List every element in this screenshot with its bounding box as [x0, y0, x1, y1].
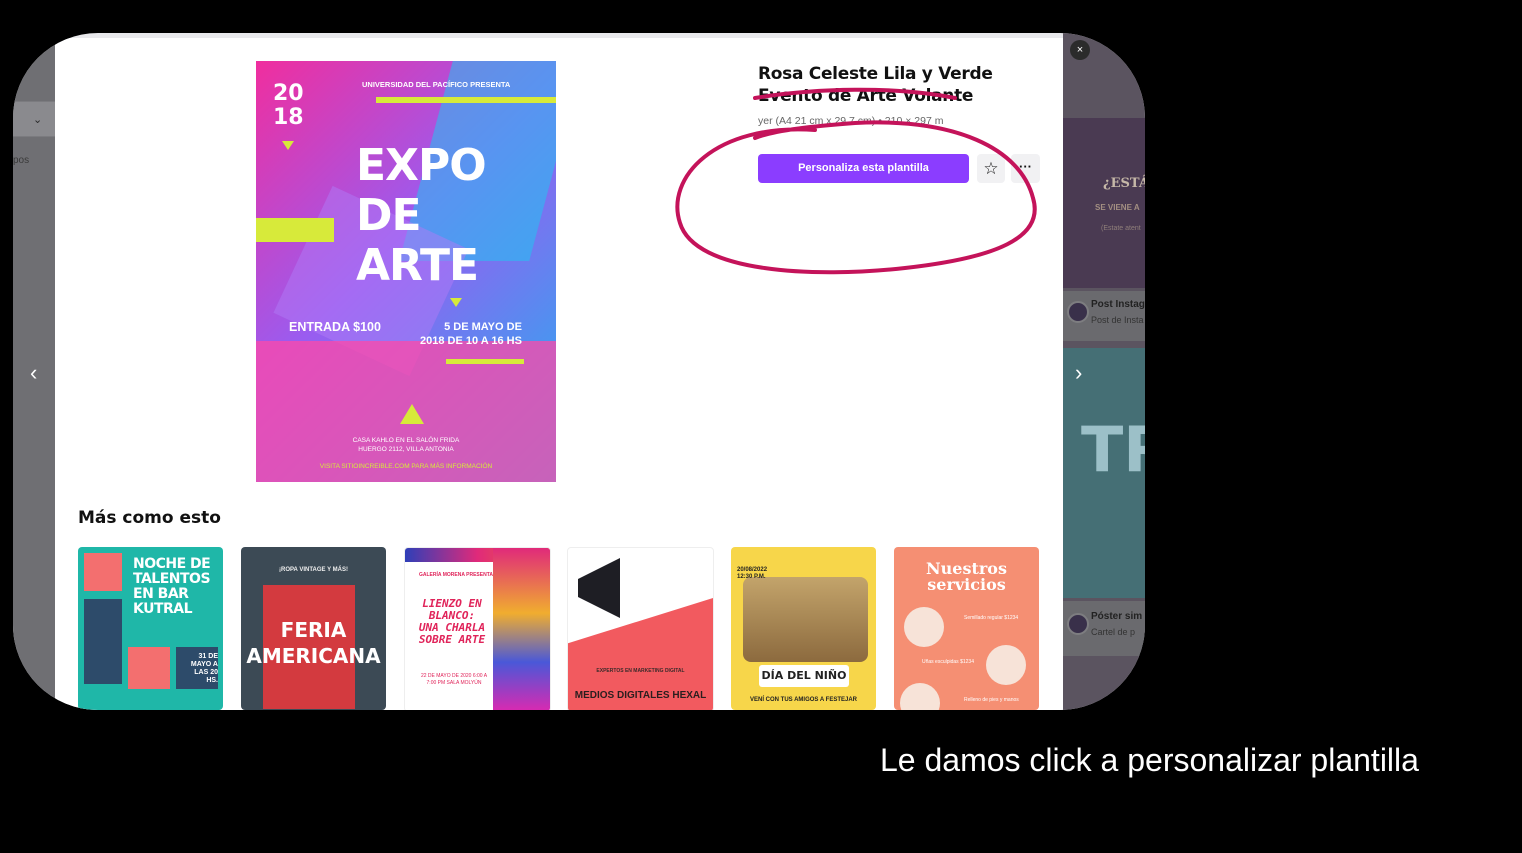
template-title: Rosa Celeste Lila y Verde Evento de Arte… [758, 64, 993, 106]
thumbnail-title: FERIA AMERICANA [246, 618, 381, 668]
hand-icon [900, 683, 940, 710]
hand-icon [986, 645, 1026, 685]
poster-year: 20 18 [273, 81, 304, 130]
megaphone-icon [578, 558, 620, 618]
annotation-ellipse [675, 120, 1037, 275]
thumbnail-title: MEDIOS DIGITALES HEXAL [574, 690, 707, 701]
poster-entry: ENTRADA $100 [289, 320, 381, 334]
poster-bar [446, 359, 524, 364]
chevron-down-icon: ⌄ [33, 114, 43, 126]
thumbnail-service: Semillado regular $1234 [964, 615, 1019, 621]
template-thumbnail[interactable]: GALERÍA MORENA PRESENTA LIENZO EN BLANCO… [404, 547, 551, 710]
template-modal: 20 18 UNIVERSIDAD DEL PACÍFICO PRESENTA … [55, 38, 1063, 710]
avatar [1067, 613, 1089, 635]
thumbnail-subtitle: ¡ROPA VINTAGE Y MÁS! [278, 567, 348, 573]
poster-title: EXPO DE ARTE [356, 140, 487, 291]
thumbnail-photo [743, 577, 868, 662]
template-thumbnail[interactable]: ¡ROPA VINTAGE Y MÁS! FERIA AMERICANA [241, 547, 386, 710]
star-icon[interactable]: ☆ [977, 154, 1005, 183]
thumbnail-subtitle: GALERÍA MORENA PRESENTA [419, 572, 493, 578]
hand-icon [904, 607, 944, 647]
close-button[interactable]: × [1070, 40, 1090, 60]
speaker-icon [84, 599, 122, 684]
thumbnail-title: DÍA DEL NIÑO [759, 665, 849, 687]
template-preview[interactable]: 20 18 UNIVERSIDAD DEL PACÍFICO PRESENTA … [256, 61, 556, 482]
template-thumbnail[interactable]: EXPERTOS EN MARKETING DIGITAL MEDIOS DIG… [567, 547, 714, 710]
thumbnail-service: Relleno de pies y manos [964, 697, 1019, 703]
thumbnail-subtitle: EXPERTOS EN MARKETING DIGITAL [596, 668, 685, 674]
thumbnail-service: Uñas esculpidas $1234 [922, 659, 974, 665]
background-card-subtitle: Post de Insta [1091, 315, 1144, 325]
more-like-this-heading: Más como esto [78, 508, 221, 528]
background-card-preview-sub: SE VIENE A [1095, 203, 1140, 212]
microphone-icon [84, 553, 122, 591]
background-filter-label: pos [13, 155, 30, 166]
poster-bar [376, 97, 556, 103]
template-thumbnail[interactable]: NOCHE DE TALENTOS EN BAR KUTRAL 31 DE MA… [78, 547, 223, 710]
background-card-title: Póster sim [1091, 611, 1143, 622]
poster-venue: CASA KAHLO EN EL SALÓN FRIDA HUERGO 2112… [352, 437, 460, 453]
more-options-icon[interactable]: ··· [1011, 154, 1040, 183]
background-card-preview-text: TR [1081, 413, 1145, 486]
next-arrow-icon[interactable]: › [1075, 360, 1082, 386]
background-card-title: Post Instag [1091, 299, 1145, 310]
background-card-preview-text: ¿ESTÁ [1103, 176, 1145, 191]
thumbnail-subtitle: VENÍ CON TUS AMIGOS A FESTEJAR [749, 697, 857, 703]
background-card-preview-small: (Estate atent [1101, 225, 1141, 232]
poster-bar [256, 218, 334, 242]
template-thumbnail[interactable]: Nuestros servicios Semillado regular $12… [894, 547, 1039, 710]
template-thumbnail[interactable]: 20/08/2022 12:30 P.M. DÍA DEL NIÑO VENÍ … [731, 547, 876, 710]
avatar [1067, 301, 1089, 323]
thumbnail-title: NOCHE DE TALENTOS EN BAR KUTRAL [133, 556, 211, 617]
previous-arrow-icon[interactable]: ‹ [30, 360, 37, 386]
headphones-icon [128, 647, 170, 689]
slide-caption: Le damos click a personalizar plantilla [880, 742, 1419, 778]
thumbnail-shape [493, 548, 550, 710]
triangle-icon [400, 404, 424, 424]
poster-date: 5 DE MAYO DE 2018 DE 10 A 16 HS [420, 321, 522, 347]
triangle-icon [450, 298, 462, 307]
poster-presenter: UNIVERSIDAD DEL PACÍFICO PRESENTA [362, 80, 511, 89]
customize-template-button[interactable]: Personaliza esta plantilla [758, 154, 969, 183]
poster-website: VISITA SITIOINCREIBLE.COM PARA MÁS INFOR… [319, 463, 493, 470]
thumbnail-date: 20/08/2022 12:30 P.M. [737, 567, 768, 580]
screenshot-frame: ⌄ pos ¿ESTÁ SE VIENE A (Estate atent Pos… [13, 33, 1145, 710]
thumbnail-title: Nuestros servicios [926, 559, 1007, 594]
background-card-subtitle: Cartel de p [1091, 627, 1136, 637]
thumbnail-date: 22 DE MAYO DE 2020 6:00 A 7:00 PM SALA M… [420, 673, 488, 686]
thumbnail-date: 31 DE MAYO A LAS 20 HS. [190, 653, 218, 684]
thumbnail-title: LIENZO EN BLANCO: UNA CHARLA SOBRE ARTE [418, 597, 486, 646]
template-size: yer (A4 21 cm x 29,7 cm) • 210 × 297 m [758, 115, 944, 127]
triangle-icon [282, 141, 294, 150]
